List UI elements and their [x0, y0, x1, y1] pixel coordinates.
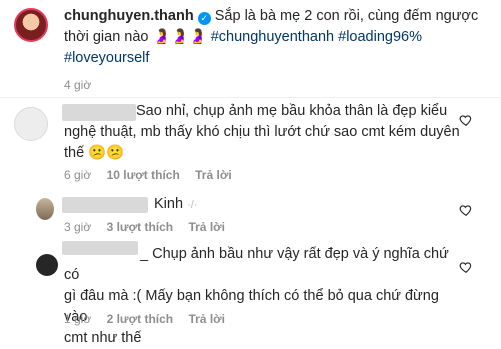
blurred-username — [62, 197, 148, 213]
divider — [0, 97, 501, 98]
comment-text: Sao nhỉ, chụp ảnh mẹ bầu khỏa thân là đẹ… — [64, 101, 464, 164]
comment-avatar[interactable] — [14, 107, 48, 141]
comment-meta: 1 giờ 2 lượt thích Trả lời — [64, 311, 225, 327]
like-heart-icon[interactable] — [459, 113, 473, 127]
caption-line1: Sắp là bà mẹ 2 con rồi, cùng đếm ngược — [214, 8, 479, 24]
comment-line: cmt như thế — [64, 330, 142, 346]
comment-time: 1 giờ — [64, 312, 92, 326]
poster-username[interactable]: chunghuyen.thanh — [64, 8, 194, 24]
verified-badge-icon: ✓ — [197, 12, 211, 25]
hashtag-loading[interactable]: #loading96% — [338, 29, 422, 45]
comment-likes[interactable]: 10 lượt thích — [107, 168, 180, 182]
comment-text: _ Chụp ảnh bầu như vậy rất đẹp và ý nghĩ… — [64, 244, 464, 349]
confused-emoji: 😕😕 — [88, 145, 125, 161]
like-heart-icon[interactable] — [459, 260, 473, 274]
post-caption: chunghuyen.thanh ✓ Sắp là bà mẹ 2 con rồ… — [64, 6, 484, 69]
caption-emojis: 🤰🤰🤰 — [152, 29, 207, 45]
comment-time: 6 giờ — [64, 168, 92, 182]
hashtag-chunghuyenthanh[interactable]: #chunghuyenthanh — [211, 29, 334, 45]
comment-line: Kinh — [154, 196, 184, 212]
comment-line: _ Chụp ảnh bầu như vậy rất đẹp và ý nghĩ… — [64, 246, 449, 283]
reply-button[interactable]: Trả lời — [195, 168, 232, 182]
poster-avatar[interactable] — [14, 8, 48, 42]
comment-time: 3 giờ — [64, 220, 92, 234]
comment-likes[interactable]: 3 lượt thích — [107, 220, 174, 234]
comment-meta: 3 giờ 3 lượt thích Trả lời — [64, 219, 225, 235]
comment-likes[interactable]: 2 lượt thích — [107, 312, 174, 326]
hashtag-loveyourself[interactable]: #loveyourself — [64, 50, 149, 66]
comment-line: Sao nhỉ, chụp ảnh mẹ bầu khỏa thân là đẹ… — [136, 103, 448, 119]
post-time: 4 giờ — [64, 78, 92, 92]
comment-meta: 6 giờ 10 lượt thích Trả lời — [64, 167, 232, 183]
like-heart-icon[interactable] — [459, 203, 473, 217]
caption-line2: thời gian nào — [64, 29, 149, 45]
reply-button[interactable]: Trả lời — [188, 220, 225, 234]
comment-line: nghệ thuật, mb thấy khó chịu thì lướt ch… — [64, 124, 460, 140]
comment-avatar[interactable] — [36, 254, 58, 276]
comment-line: thế — [64, 145, 85, 161]
comment-text: Kinh ·/· — [154, 196, 198, 212]
comment-avatar[interactable] — [36, 198, 54, 220]
reply-button[interactable]: Trả lời — [188, 312, 225, 326]
